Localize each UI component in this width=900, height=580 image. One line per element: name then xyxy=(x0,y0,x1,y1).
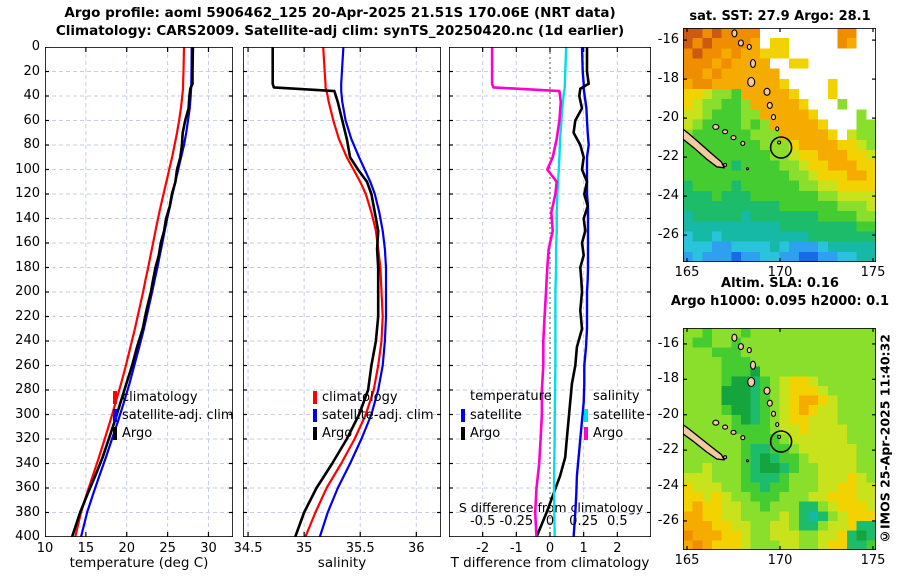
y-tick-label: 60 xyxy=(23,112,40,128)
figure-title-line2: Climatology: CARS2009. Satellite-adj cli… xyxy=(55,23,625,39)
legend-item-Argo: Argo xyxy=(113,425,152,441)
y-tick-label: 320 xyxy=(15,431,40,446)
legend-line-swatch xyxy=(461,408,465,422)
legend-label: Argo xyxy=(593,425,624,441)
legend-item-satellite-adj. clim: satellite-adj. clim xyxy=(113,407,234,423)
map-lat-tick-label: -16 xyxy=(657,335,679,351)
map-lat-tick-label: -20 xyxy=(657,406,679,422)
legend-label: Argo xyxy=(470,425,501,441)
sla-map-subtitle: Argo h1000: 0.095 h2000: 0.1 xyxy=(670,294,890,309)
s-difference-tick-label: 0.5 xyxy=(606,514,628,529)
legend-label: climatology xyxy=(322,389,398,405)
y-tick-label: 100 xyxy=(15,161,40,177)
y-tick-label: 80 xyxy=(23,137,40,152)
map-lat-tick-label: -18 xyxy=(657,71,679,87)
y-tick-label: 400 xyxy=(15,529,40,544)
legend-label: satellite-adj. clim xyxy=(322,407,434,423)
map-lat-tick-label: -26 xyxy=(657,512,679,528)
x-tick-label: 34.5 xyxy=(233,541,263,556)
map-lat-tick-label: -24 xyxy=(657,477,679,493)
legend-line-swatch xyxy=(461,426,465,440)
y-tick-label: 0 xyxy=(31,39,40,54)
legend-item-salinity-satellite: satellite xyxy=(584,407,645,423)
y-tick-label: 340 xyxy=(15,455,40,471)
x-tick-label: 35 xyxy=(295,541,313,556)
map-lat-tick-label: -20 xyxy=(657,110,679,126)
x-tick-label: 35.5 xyxy=(345,541,375,556)
map-lat-tick-label: -16 xyxy=(657,32,679,48)
y-tick-label: 120 xyxy=(15,186,40,201)
legend-line-swatch xyxy=(113,426,117,440)
legend-group-header-salinity: salinity xyxy=(593,389,640,404)
legend-line-swatch xyxy=(584,426,588,440)
map-lon-tick-label: 170 xyxy=(767,265,793,280)
y-tick-label: 40 xyxy=(23,88,40,103)
y-tick-label: 20 xyxy=(23,63,40,79)
argo-profile-figure: Argo profile: aoml 5906462_125 20-Apr-20… xyxy=(0,0,900,580)
sst-map-title: sat. SST: 27.9 Argo: 28.1 xyxy=(689,9,871,24)
legend-item-satellite-adj. clim: satellite-adj. clim xyxy=(313,407,434,423)
map-lon-tick-label: 175 xyxy=(860,553,886,568)
y-tick-label: 180 xyxy=(15,259,40,275)
map-lat-tick-label: -26 xyxy=(657,227,679,243)
temperature-axis-label: temperature (deg C) xyxy=(69,555,209,571)
y-tick-label: 260 xyxy=(15,357,40,373)
y-tick-label: 220 xyxy=(15,308,40,324)
map-lon-tick-label: 165 xyxy=(674,553,700,568)
map-lat-tick-label: -22 xyxy=(657,149,679,165)
y-tick-label: 160 xyxy=(15,235,40,250)
difference-plot xyxy=(449,47,651,537)
salinity-plot xyxy=(243,47,441,537)
y-tick-label: 360 xyxy=(15,480,40,495)
legend-item-temperature-Argo: Argo xyxy=(461,425,500,441)
y-tick-label: 200 xyxy=(15,284,40,299)
map-lon-tick-label: 165 xyxy=(674,265,700,280)
figure-title-line1: Argo profile: aoml 5906462_125 20-Apr-20… xyxy=(64,5,616,21)
y-tick-label: 240 xyxy=(15,333,40,348)
map-lat-tick-label: -24 xyxy=(657,188,679,204)
legend-item-salinity-Argo: Argo xyxy=(584,425,623,441)
legend-group-header-temperature: temperature xyxy=(470,389,552,404)
legend-label: satellite xyxy=(470,407,522,423)
legend-line-swatch xyxy=(313,390,317,404)
legend-line-swatch xyxy=(313,408,317,422)
legend-item-Argo: Argo xyxy=(313,425,352,441)
y-tick-label: 300 xyxy=(15,406,40,422)
x-tick-label: 2 xyxy=(613,541,622,556)
y-tick-label: 280 xyxy=(15,382,40,397)
legend-label: climatology xyxy=(122,389,198,405)
legend-label: Argo xyxy=(122,425,153,441)
map-lat-tick-label: -22 xyxy=(657,442,679,458)
watermark: ©IMOS 25-Apr-2025 11:40:32 xyxy=(877,334,893,544)
legend-item-climatology: climatology xyxy=(313,389,398,405)
y-tick-label: 140 xyxy=(15,210,40,226)
map-lon-tick-label: 175 xyxy=(860,265,886,280)
sst-heatmap xyxy=(683,28,876,262)
t-difference-axis-label: T difference from climatology xyxy=(450,555,650,571)
map-lon-tick-label: 170 xyxy=(767,553,793,568)
salinity-axis-label: salinity xyxy=(317,555,367,571)
legend-label: satellite xyxy=(593,407,645,423)
legend-line-swatch xyxy=(313,426,317,440)
legend-item-temperature-satellite: satellite xyxy=(461,407,522,423)
map-lat-tick-label: -18 xyxy=(657,371,679,387)
legend-line-swatch xyxy=(113,408,117,422)
legend-item-climatology: climatology xyxy=(113,389,198,405)
legend-label: Argo xyxy=(322,425,353,441)
temperature-plot xyxy=(45,47,233,537)
sla-heatmap xyxy=(683,328,876,550)
y-tick-label: 380 xyxy=(15,504,40,520)
legend-label: satellite-adj. clim xyxy=(122,407,234,423)
legend-line-swatch xyxy=(584,408,588,422)
legend-line-swatch xyxy=(113,390,117,404)
x-tick-label: 36 xyxy=(408,541,425,556)
